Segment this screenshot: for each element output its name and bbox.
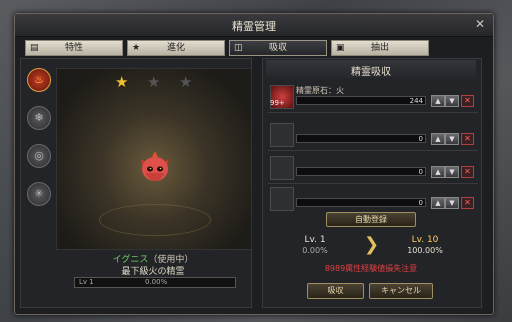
quantity-field[interactable]: 244 [296, 96, 426, 105]
current-level: Lv. 1 [304, 235, 326, 245]
close-icon[interactable]: ✕ [475, 17, 485, 31]
tab-label: 進化 [166, 43, 185, 53]
tab-trait[interactable]: ▤ 特性 [25, 40, 123, 56]
item-count: 99+ [270, 99, 285, 107]
trait-icon: ▤ [30, 43, 39, 53]
fire-element-icon[interactable]: ♨ [27, 68, 51, 92]
increase-icon[interactable]: ▲ [431, 95, 445, 107]
target-exp-percent: 100.00% [407, 246, 443, 255]
tab-label: 抽出 [370, 43, 389, 53]
absorb-slot: 0 ▲ ▼ ✕ [268, 155, 482, 181]
fire-spirit-image [141, 151, 169, 181]
absorb-slot: 0 ▲ ▼ ✕ [268, 186, 482, 212]
increase-icon[interactable]: ▲ [431, 197, 445, 209]
spirit-exp-bar: Lv 1 0.00% [74, 277, 236, 288]
divider [268, 183, 478, 184]
window-title: 精霊管理 [232, 20, 276, 33]
decrease-icon[interactable]: ▼ [445, 197, 459, 209]
remove-icon[interactable]: ✕ [461, 133, 474, 145]
absorb-title: 精霊吸収 [351, 67, 391, 78]
current-exp-percent: 0.00% [302, 246, 328, 255]
quantity-field[interactable]: 0 [296, 167, 426, 176]
divider [268, 150, 478, 151]
tab-absorb[interactable]: ◫ 吸収 [229, 40, 327, 56]
increase-icon[interactable]: ▲ [431, 133, 445, 145]
empty-slot-icon[interactable] [270, 123, 294, 147]
chevron-right-icon: ❯ [364, 234, 380, 255]
exp-loss-warning: 8989属性経験値損失注意 [324, 264, 418, 273]
star-empty-icon: ★ [147, 73, 161, 91]
tab-extract[interactable]: ▣ 抽出 [331, 40, 429, 56]
ice-element-icon[interactable]: ❄ [27, 106, 51, 130]
cancel-button[interactable]: キャンセル [369, 283, 433, 299]
item-name: 精霊原石：火 [296, 86, 344, 95]
spirit-display: ★ ★ ★ [56, 68, 252, 250]
wind-element-icon[interactable]: ◎ [27, 144, 51, 168]
quantity-field[interactable]: 0 [296, 198, 426, 207]
remove-icon[interactable]: ✕ [461, 166, 474, 178]
decrease-icon[interactable]: ▼ [445, 133, 459, 145]
tab-evolution[interactable]: ★ 進化 [127, 40, 225, 56]
star-icon: ★ [132, 43, 141, 53]
exp-percent: 0.00% [145, 278, 168, 286]
tab-label: 吸収 [268, 43, 287, 53]
quantity-field[interactable]: 0 [296, 134, 426, 143]
decrease-icon[interactable]: ▼ [445, 166, 459, 178]
tab-bar: ▤ 特性 ★ 進化 ◫ 吸収 ▣ 抽出 [25, 40, 483, 56]
increase-icon[interactable]: ▲ [431, 166, 445, 178]
absorb-slot: 0 ▲ ▼ ✕ [268, 122, 482, 148]
auto-register-button[interactable]: 自動登録 [326, 212, 416, 227]
spirit-subtitle: 最下級火の精霊 [121, 267, 185, 277]
tab-label: 特性 [64, 43, 83, 53]
target-level: Lv. 10 [411, 235, 439, 245]
empty-slot-icon[interactable] [270, 156, 294, 180]
absorb-slot: 99+ 精霊原石：火 244 ▲ ▼ ✕ [268, 84, 482, 110]
absorb-icon: ◫ [234, 43, 243, 53]
star-filled-icon: ★ [115, 73, 129, 91]
absorb-button[interactable]: 吸収 [307, 283, 364, 299]
title-bar[interactable]: 精霊管理 ✕ [15, 14, 493, 37]
exp-level-label: Lv 1 [79, 278, 94, 286]
magic-circle [99, 204, 211, 236]
extract-icon: ▣ [336, 43, 345, 53]
divider [268, 112, 478, 113]
empty-slot-icon[interactable] [270, 187, 294, 211]
star-empty-icon: ★ [179, 73, 193, 91]
decrease-icon[interactable]: ▼ [445, 95, 459, 107]
remove-icon[interactable]: ✕ [461, 95, 474, 107]
lightning-element-icon[interactable]: ✳ [27, 182, 51, 206]
remove-icon[interactable]: ✕ [461, 197, 474, 209]
